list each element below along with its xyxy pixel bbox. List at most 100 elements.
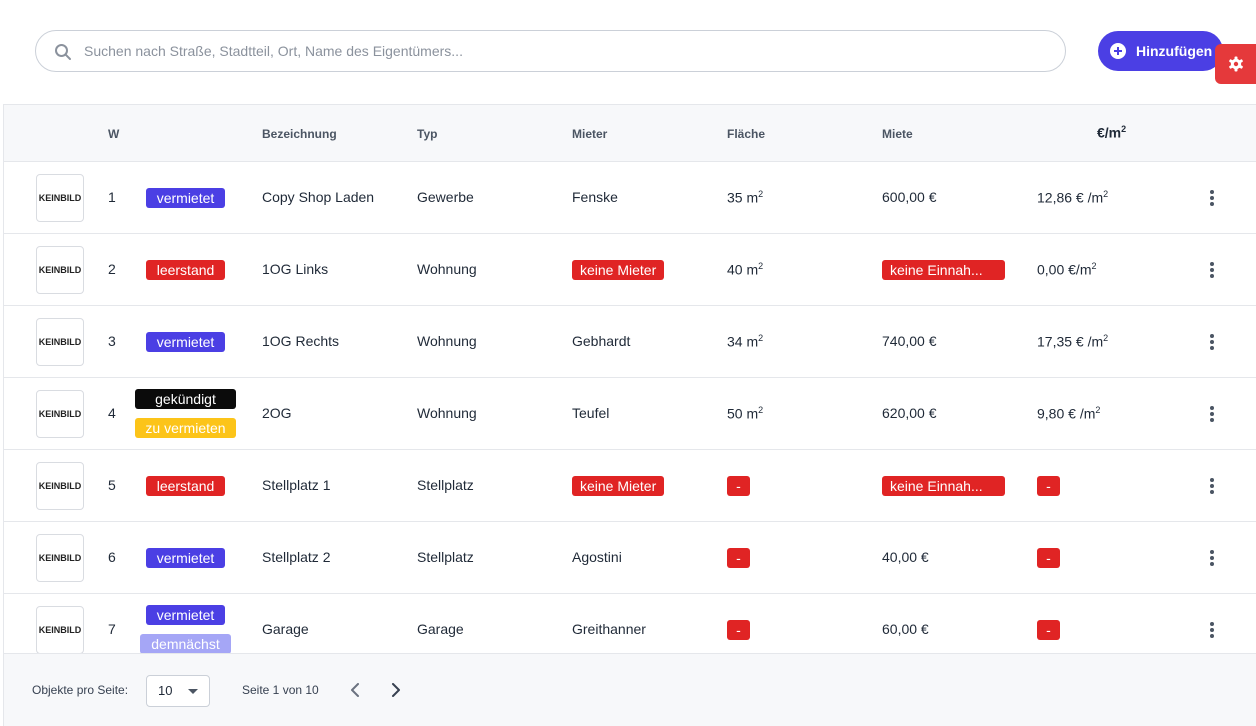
row-menu-button[interactable] — [1204, 188, 1220, 208]
table-row[interactable]: KEIN BILD 4 gekündigt zu vermieten 2OG Wohnung… — [4, 378, 1256, 450]
thumb-line1: KEIN — [38, 265, 61, 275]
eur-per-m2-value: 17,35 € /m — [1037, 333, 1104, 350]
eur-per-m2-value: 9,80 € /m — [1037, 405, 1096, 422]
table-row[interactable]: KEIN BILD 5 leerstand Stellplatz 1 Stellplatz… — [4, 450, 1256, 522]
status-badge: gekündigt — [135, 389, 236, 409]
no-image-placeholder: KEIN BILD — [36, 390, 84, 438]
header-bezeichnung[interactable]: Bezeichnung — [262, 127, 337, 141]
plus-circle-icon — [1110, 43, 1126, 59]
miete-cell: 60,00 € — [882, 621, 929, 637]
bezeichnung-cell: Stellplatz 2 — [262, 549, 331, 565]
no-tenant-badge: keine Mieter — [572, 476, 665, 496]
search-icon — [55, 44, 71, 60]
table-row[interactable]: KEIN BILD 6 vermietet Stellplatz 2 Stellplatz… — [4, 522, 1256, 594]
bezeichnung-cell: 1OG Links — [262, 261, 329, 277]
row-menu-button[interactable] — [1204, 620, 1220, 640]
status-badge: vermietet — [146, 188, 225, 208]
per-page-select[interactable]: 10 — [146, 675, 210, 707]
page-info: Seite 1 von 10 — [242, 683, 319, 697]
no-image-placeholder: KEIN BILD — [36, 318, 84, 366]
header-miete[interactable]: Miete — [882, 127, 913, 141]
status-badge: vermietet — [146, 605, 225, 625]
row-menu-button[interactable] — [1204, 332, 1220, 352]
thumb-line1: KEIN — [38, 553, 61, 563]
prev-page-button[interactable] — [345, 679, 365, 701]
thumb-line2: BILD — [60, 265, 82, 275]
eur-per-m2-value: 12,86 € /m — [1037, 189, 1104, 206]
header-w[interactable]: W — [108, 127, 119, 141]
bezeichnung-cell: 1OG Rechts — [262, 333, 340, 349]
thumb-line1: KEIN — [38, 409, 61, 419]
pagination-footer: Objekte pro Seite: 10 Seite 1 von 10 — [3, 653, 1256, 726]
status-badge: leerstand — [146, 260, 225, 280]
thumb-line2: BILD — [60, 625, 82, 635]
eur-per-m2-value: 0,00 €/m — [1037, 261, 1092, 278]
unit-number: 5 — [108, 477, 116, 493]
header-eur-per-m2-text: €/m — [1097, 124, 1122, 141]
typ-cell: Wohnung — [417, 261, 477, 277]
add-button-label: Hinzufügen — [1136, 43, 1213, 59]
header-mieter[interactable]: Mieter — [572, 127, 607, 141]
add-button[interactable]: Hinzufügen — [1098, 31, 1223, 71]
flaeche-unit-sup: 2 — [758, 333, 764, 343]
settings-button[interactable] — [1215, 44, 1256, 84]
typ-cell: Wohnung — [417, 405, 477, 421]
mieter-cell: Greithanner — [572, 621, 646, 637]
table-row[interactable]: KEIN BILD 3 vermietet 1OG Rechts Wohnung Gebha… — [4, 306, 1256, 378]
search-input[interactable] — [84, 39, 1044, 63]
chevron-right-icon — [392, 683, 400, 697]
table-row[interactable]: KEIN BILD 7 vermietet demnächst Garage Garage G… — [4, 594, 1256, 653]
flaeche-value: 34 m — [727, 333, 759, 350]
caret-down-icon — [188, 689, 198, 694]
row-menu-button[interactable] — [1204, 548, 1220, 568]
eur-per-m2-cell: 12,86 € /m2 — [1037, 189, 1108, 206]
bezeichnung-cell: Copy Shop Laden — [262, 189, 375, 205]
miete-cell: 600,00 € — [882, 189, 937, 205]
next-page-button[interactable] — [386, 679, 406, 701]
mieter-cell: Gebhardt — [572, 333, 631, 349]
thumb-line1: KEIN — [38, 625, 61, 635]
thumb-line2: BILD — [60, 193, 82, 203]
eur-per-m2-cell: 0,00 €/m2 — [1037, 261, 1097, 278]
flaeche-value: 35 m — [727, 189, 759, 206]
table-row[interactable]: KEIN BILD 1 vermietet Copy Shop Laden Gewerbe… — [4, 162, 1256, 234]
search-bar — [35, 30, 1066, 72]
flaeche-cell: 34 m2 — [727, 333, 763, 350]
per-page-label: Objekte pro Seite: — [32, 683, 129, 697]
typ-cell: Garage — [417, 621, 464, 637]
flaeche-unit-sup: 2 — [758, 405, 764, 415]
no-image-placeholder: KEIN BILD — [36, 606, 84, 653]
bezeichnung-cell: Stellplatz 1 — [262, 477, 331, 493]
row-menu-button[interactable] — [1204, 476, 1220, 496]
unit-number: 1 — [108, 189, 116, 205]
property-table: W Bezeichnung Typ Mieter Fläche Miete €/… — [3, 104, 1256, 653]
mieter-cell: Agostini — [572, 549, 622, 565]
chevron-left-icon — [351, 683, 359, 697]
eur-per-m2-cell: 9,80 € /m2 — [1037, 405, 1100, 422]
thumb-line2: BILD — [60, 553, 82, 563]
no-image-placeholder: KEIN BILD — [36, 462, 84, 510]
flaeche-unit-sup: 2 — [758, 189, 764, 199]
unit-number: 2 — [108, 261, 116, 277]
row-menu-button[interactable] — [1204, 260, 1220, 280]
bezeichnung-cell: 2OG — [262, 405, 292, 421]
unit-number: 3 — [108, 333, 116, 349]
header-eur-per-m2-sup: 2 — [1121, 124, 1127, 134]
status-badge: vermietet — [146, 548, 225, 568]
gear-icon — [1228, 56, 1243, 72]
row-menu-button[interactable] — [1204, 404, 1220, 424]
table-row[interactable]: KEIN BILD 2 leerstand 1OG Links Wohnung keine … — [4, 234, 1256, 306]
thumb-line1: KEIN — [38, 193, 61, 203]
area-missing-badge: - — [727, 548, 750, 568]
thumb-line2: BILD — [60, 337, 82, 347]
eur-per-m2-cell: 17,35 € /m2 — [1037, 333, 1108, 350]
unit-number: 6 — [108, 549, 116, 565]
flaeche-value: 40 m — [727, 261, 759, 278]
per-page-value: 10 — [158, 683, 173, 698]
miete-cell: 40,00 € — [882, 549, 929, 565]
header-typ[interactable]: Typ — [417, 127, 437, 141]
header-flaeche[interactable]: Fläche — [727, 127, 765, 141]
eur-per-m2-sup: 2 — [1103, 189, 1109, 199]
no-image-placeholder: KEIN BILD — [36, 534, 84, 582]
header-eur-per-m2[interactable]: €/m2 — [1097, 124, 1126, 141]
